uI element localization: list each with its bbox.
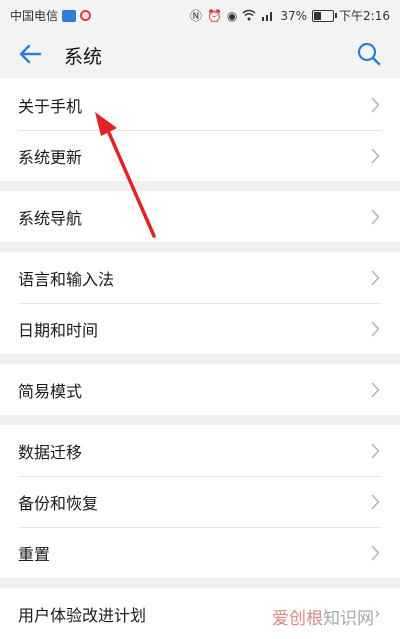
settings-row-label: 关于手机 <box>18 96 83 116</box>
settings-row[interactable]: 系统导航 <box>0 191 400 242</box>
chevron-right-icon <box>371 545 380 561</box>
signal-icon <box>261 9 275 23</box>
group-separator <box>0 354 400 364</box>
settings-group: 关于手机 系统更新 <box>0 79 400 181</box>
settings-row-label: 日期和时间 <box>18 320 99 340</box>
page-title: 系统 <box>64 46 103 68</box>
watermark: 爱创根知识网 <box>270 604 376 629</box>
settings-row[interactable]: 备份和恢复 <box>0 476 400 527</box>
battery-icon <box>312 9 338 22</box>
group-separator <box>0 242 400 252</box>
settings-row[interactable]: 系统更新 <box>0 130 400 181</box>
settings-group: 数据迁移备份和恢复重置 <box>0 425 400 578</box>
chevron-right-icon <box>371 97 380 113</box>
carrier-name: 中国电信 <box>10 9 59 23</box>
settings-row[interactable]: 重置 <box>0 527 400 578</box>
settings-row-label: 简易模式 <box>18 381 83 401</box>
settings-row-label: 用户体验改进计划 <box>18 605 147 625</box>
settings-row-label: 重置 <box>18 544 51 564</box>
group-separator <box>0 415 400 425</box>
nfc-icon: Ⓝ <box>189 8 202 23</box>
settings-row[interactable]: 语言和输入法 <box>0 252 400 303</box>
watermark-site: 知识网 <box>323 609 374 629</box>
group-separator <box>0 181 400 191</box>
settings-row-label: 备份和恢复 <box>18 493 99 513</box>
alarm-icon: ⏰ <box>206 8 222 23</box>
chevron-right-icon <box>371 270 380 286</box>
watermark-brand: 爱创根 <box>272 609 323 629</box>
battery-percent: 37% <box>280 8 308 23</box>
chevron-right-icon <box>371 209 380 225</box>
settings-row[interactable]: 关于手机 <box>0 79 400 130</box>
settings-list: 关于手机系统更新系统导航语言和输入法 日期和时间简易模式数据迁移备份和恢复重置用户… <box>0 79 400 639</box>
settings-group: 语言和输入法 日期和时间 <box>0 252 400 354</box>
settings-row-label: 语言和输入法 <box>18 269 115 289</box>
settings-row-label: 系统导航 <box>18 208 83 228</box>
settings-row[interactable]: 日期和时间 <box>0 303 400 354</box>
clock: 下午2:16 <box>339 9 390 23</box>
chevron-right-icon <box>371 443 380 459</box>
settings-row[interactable]: 简易模式 <box>0 364 400 415</box>
eye-icon: ◉ <box>226 8 238 23</box>
chevron-right-icon <box>371 148 380 164</box>
settings-row-label: 系统更新 <box>18 147 83 167</box>
back-arrow-icon[interactable] <box>16 41 44 67</box>
wifi-icon <box>242 9 256 23</box>
chevron-right-icon <box>371 382 380 398</box>
location-pin-icon <box>80 10 92 21</box>
group-separator <box>0 578 400 588</box>
settings-group: 简易模式 <box>0 364 400 415</box>
carrier-badge-icon <box>62 9 77 22</box>
chevron-right-icon <box>371 321 380 337</box>
settings-row[interactable]: 数据迁移 <box>0 425 400 476</box>
settings-group: 系统导航 <box>0 191 400 242</box>
search-icon[interactable] <box>356 41 382 67</box>
status-bar: 中国电信 Ⓝ ⏰ ◉ 37% 下午2:16 <box>0 0 400 30</box>
app-bar: 系统 <box>0 30 400 78</box>
settings-row-label: 数据迁移 <box>18 442 83 462</box>
chevron-right-icon <box>371 494 380 510</box>
